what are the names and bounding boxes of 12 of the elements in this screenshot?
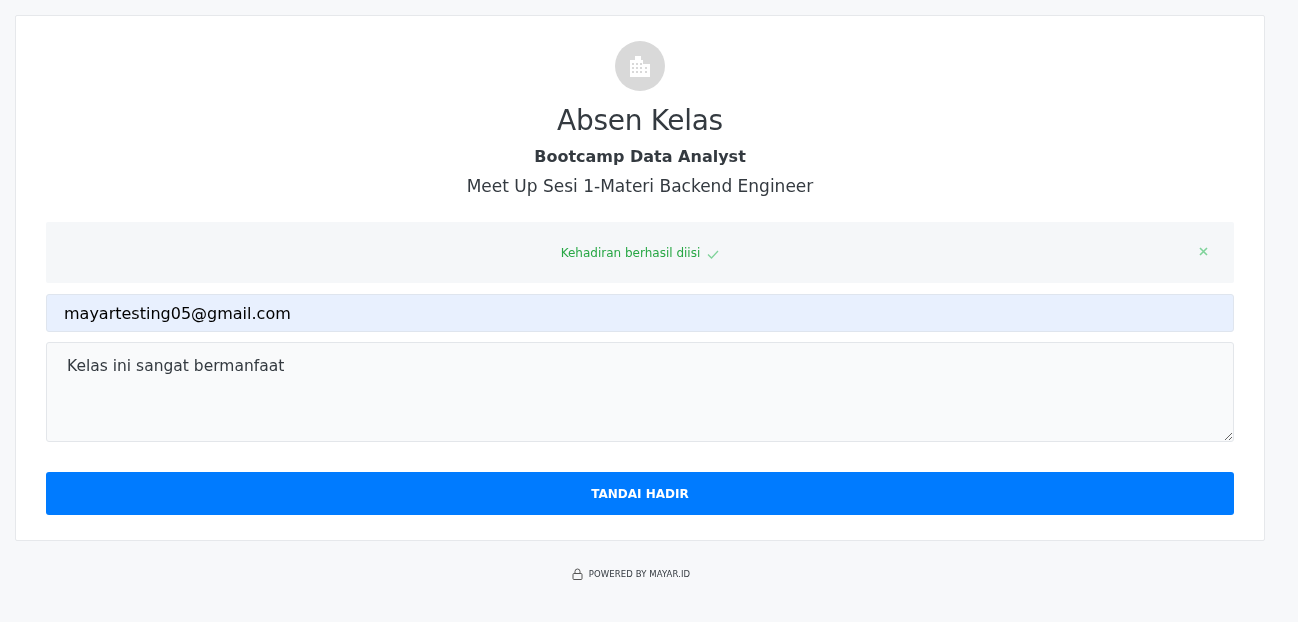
- submit-button[interactable]: TANDAI HADIR: [46, 472, 1234, 515]
- bootcamp-name: Bootcamp Data Analyst: [534, 146, 746, 168]
- close-icon[interactable]: [1199, 247, 1208, 256]
- session-name: Meet Up Sesi 1-Materi Backend Engineer: [466, 175, 814, 198]
- powered-by-text: POWERED BY MAYAR.ID: [588, 569, 691, 579]
- comment-field[interactable]: Kelas ini sangat bermanfaat: [46, 342, 1234, 442]
- check-icon: [707, 249, 720, 259]
- email-field[interactable]: mayartesting05@gmail.com: [46, 294, 1234, 332]
- lock-icon: [571, 568, 583, 580]
- page-title: Absen Kelas: [557, 104, 723, 138]
- alert-message: Kehadiran berhasil diisi: [560, 245, 701, 260]
- building-icon: [615, 41, 665, 91]
